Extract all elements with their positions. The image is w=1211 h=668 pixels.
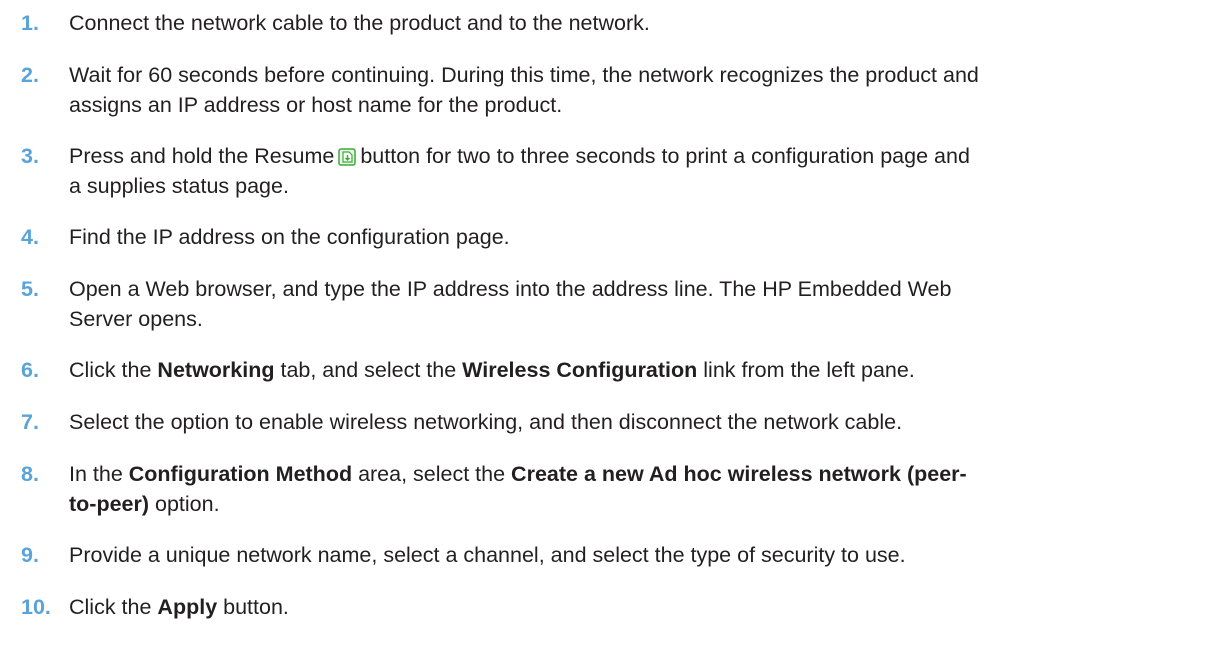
step-text: Wait for 60 seconds before continuing. D…	[69, 60, 1149, 120]
step-text-segment: button for two to three seconds to print…	[360, 144, 970, 168]
networking-tab-ref: Networking	[157, 358, 275, 382]
step-text: Provide a unique network name, select a …	[69, 543, 906, 567]
step-text-line: Wait for 60 seconds before continuing. D…	[69, 63, 979, 87]
step-text-line: assigns an IP address or host name for t…	[69, 93, 563, 117]
step-number: 10.	[21, 595, 51, 619]
step-text-line: to-peer) option.	[69, 492, 220, 516]
step-text-line: a supplies status page.	[69, 174, 289, 198]
step-text: Click the Networking tab, and select the…	[69, 358, 915, 382]
step-text: In the Configuration Method area, select…	[69, 459, 1149, 519]
instruction-steps: 1. Connect the network cable to the prod…	[0, 0, 1211, 668]
step-number: 8.	[21, 462, 39, 486]
step-text: Click the Apply button.	[69, 595, 289, 619]
step-text: Open a Web browser, and type the IP addr…	[69, 274, 1149, 334]
create-adhoc-option-ref: to-peer)	[69, 492, 150, 516]
step-number: 3.	[21, 144, 39, 168]
wireless-configuration-link-ref: Wireless Configuration	[462, 358, 698, 382]
step-text: Connect the network cable to the product…	[69, 11, 650, 35]
step-text: Select the option to enable wireless net…	[69, 410, 903, 434]
apply-button-ref: Apply	[157, 595, 218, 619]
step-text-line: Open a Web browser, and type the IP addr…	[69, 277, 952, 301]
step-number: 2.	[21, 63, 39, 87]
step-text-line: In the Configuration Method area, select…	[69, 462, 967, 486]
step-text-segment: Press and hold the Resume	[69, 144, 335, 168]
step-number: 9.	[21, 543, 39, 567]
step-number: 5.	[21, 277, 39, 301]
step-text-line: Press and hold the Resume button for two …	[69, 141, 1149, 171]
create-adhoc-option-ref: Create a new Ad hoc wireless network (pe…	[511, 462, 967, 486]
step-text: Press and hold the Resume button for two …	[69, 141, 1149, 201]
configuration-method-ref: Configuration Method	[128, 462, 353, 486]
step-number: 4.	[21, 225, 39, 249]
step-text-line: Server opens.	[69, 307, 203, 331]
resume-button-icon	[338, 144, 357, 166]
step-number: 1.	[21, 11, 39, 35]
step-number: 6.	[21, 358, 39, 382]
step-number: 7.	[21, 410, 39, 434]
step-text: Find the IP address on the configuration…	[69, 225, 510, 249]
